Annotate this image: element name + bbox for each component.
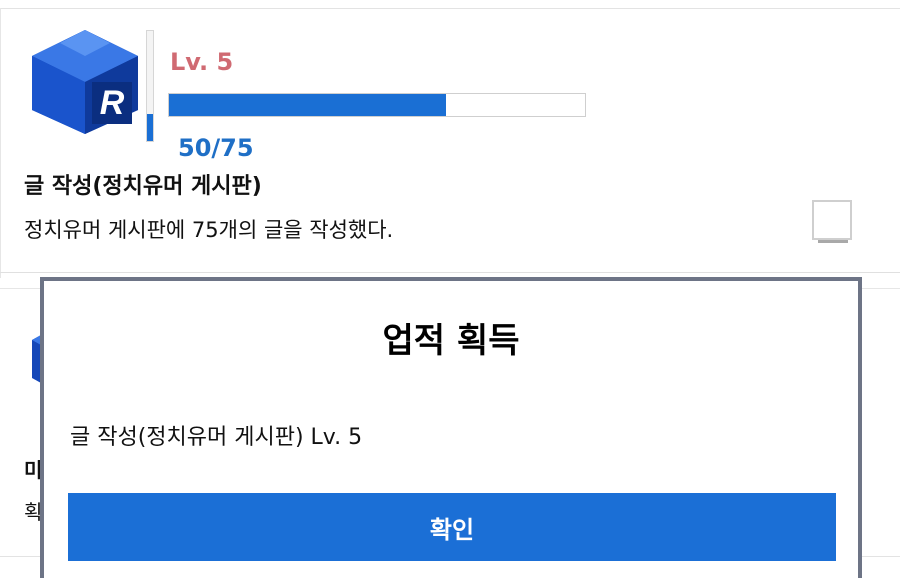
achievement-level: Lv. 5 [170, 48, 234, 76]
achievement-progress-text: 50/75 [178, 134, 254, 162]
achievement-title: 글 작성(정치유머 게시판) [24, 174, 262, 199]
achievement-page: R Lv. 5 50/75 글 작성(정치유머 게시판) 정치유머 게시판에 7… [0, 0, 900, 578]
svg-text:R: R [100, 84, 125, 122]
achievement-progress-fill [169, 94, 447, 116]
achievement-progress-bar [168, 93, 586, 117]
confirm-button[interactable]: 확인 [68, 493, 836, 561]
divider [0, 8, 1, 278]
divider [0, 8, 900, 9]
dialog-message: 글 작성(정치유머 게시판) Lv. 5 [70, 425, 363, 450]
achievement-badge-icon: R [32, 30, 138, 134]
achievement-unlocked-dialog: 업적 획득 글 작성(정치유머 게시판) Lv. 5 확인 [40, 277, 862, 578]
achievement-description: 정치유머 게시판에 75개의 글을 작성했다. [24, 218, 394, 242]
level-progress-bar [146, 30, 154, 142]
checkbox-shadow [818, 240, 848, 243]
achievement-checkbox[interactable] [812, 200, 852, 240]
dialog-title: 업적 획득 [382, 321, 520, 361]
divider [0, 272, 900, 273]
level-progress-fill [147, 113, 153, 141]
